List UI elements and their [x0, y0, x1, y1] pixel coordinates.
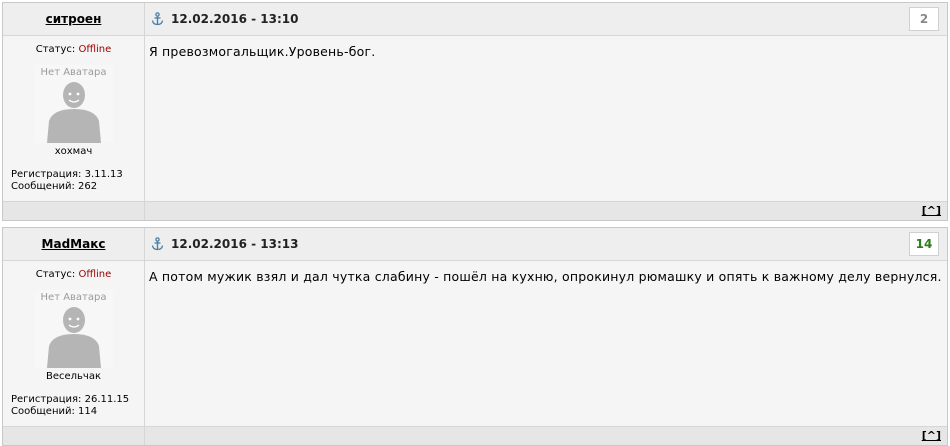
author-message-count: Сообщений: 114 [11, 406, 98, 417]
author-profile: Статус: Offline Нет Аватара хохмач Регис… [3, 36, 145, 201]
avatar: Нет Аватара [34, 290, 113, 368]
post-message: А потом мужик взял и дал чутка слабину -… [145, 261, 947, 426]
post-header: ситроен 12.02.2016 - 13:10 2 [3, 3, 947, 36]
status-label: Статус: [35, 269, 76, 280]
avatar-silhouette-icon [46, 82, 101, 143]
post-footer: [^] [3, 201, 947, 220]
author-cell: MadМакс [3, 228, 145, 260]
back-to-top-link[interactable]: [^] [922, 204, 941, 217]
post-date: 12.02.2016 - 13:10 [171, 12, 299, 26]
post-date: 12.02.2016 - 13:13 [171, 237, 299, 251]
footer-right-cell: [^] [145, 427, 947, 445]
avatar-silhouette-icon [46, 307, 101, 368]
post-footer: [^] [3, 426, 947, 445]
anchor-icon[interactable] [151, 237, 165, 251]
post-number-link[interactable]: 14 [909, 232, 939, 256]
status-label: Статус: [35, 44, 76, 55]
post-date-cell: 12.02.2016 - 13:10 2 [145, 3, 947, 35]
status-value: Offline [78, 44, 112, 55]
post-message: Я превозмогальщик.Уровень-бог. [145, 36, 947, 201]
author-name-link[interactable]: ситроен [46, 12, 102, 26]
footer-left-cell [3, 202, 145, 220]
author-name-link[interactable]: MadМакс [42, 237, 106, 251]
anchor-icon[interactable] [151, 12, 165, 26]
author-message-count: Сообщений: 262 [11, 181, 98, 192]
author-stats: Регистрация: 3.11.13 Сообщений: 262 [11, 169, 144, 193]
author-rank: хохмач [54, 146, 93, 157]
footer-left-cell [3, 427, 145, 445]
author-status: Статус: Offline [3, 44, 144, 55]
author-status: Статус: Offline [3, 269, 144, 280]
author-registration: Регистрация: 26.11.15 [11, 394, 130, 405]
status-value: Offline [78, 269, 112, 280]
forum-post: ситроен 12.02.2016 - 13:10 2 Статус: Off… [2, 2, 948, 221]
author-registration: Регистрация: 3.11.13 [11, 169, 123, 180]
post-header: MadМакс 12.02.2016 - 13:13 14 [3, 228, 947, 261]
post-body: Статус: Offline Нет Аватара Весельчак Ре… [3, 261, 947, 426]
post-body: Статус: Offline Нет Аватара хохмач Регис… [3, 36, 947, 201]
back-to-top-link[interactable]: [^] [922, 429, 941, 442]
author-stats: Регистрация: 26.11.15 Сообщений: 114 [11, 394, 144, 418]
avatar: Нет Аватара [34, 65, 113, 143]
footer-right-cell: [^] [145, 202, 947, 220]
author-cell: ситроен [3, 3, 145, 35]
author-profile: Статус: Offline Нет Аватара Весельчак Ре… [3, 261, 145, 426]
forum-post: MadМакс 12.02.2016 - 13:13 14 Статус: Of… [2, 227, 948, 446]
post-number-link[interactable]: 2 [909, 7, 939, 31]
post-date-cell: 12.02.2016 - 13:13 14 [145, 228, 947, 260]
author-rank: Весельчак [45, 371, 102, 382]
